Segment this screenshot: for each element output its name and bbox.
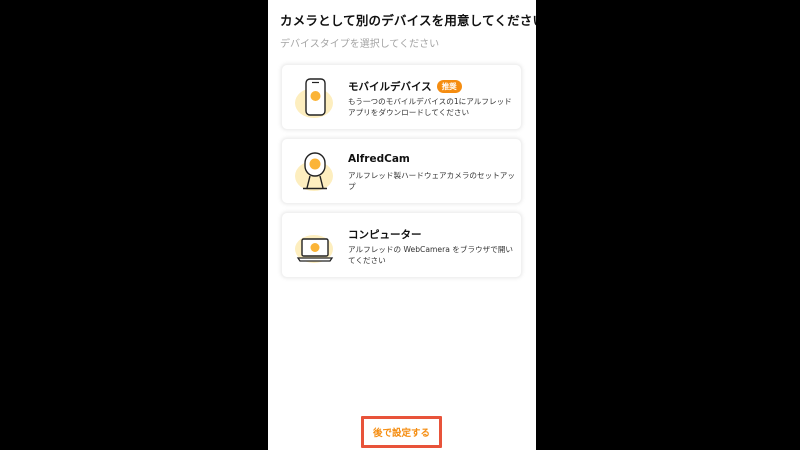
smartphone-icon [294, 74, 338, 122]
recommended-badge: 推奨 [436, 80, 462, 93]
page-subtitle: デバイスタイプを選択してください [280, 39, 440, 50]
option-card-computer[interactable]: コンピューター アルフレッドの WebCamera をブラウザで開いてください [281, 212, 522, 278]
option-name-alfredcam: AlfredCam [348, 153, 410, 165]
laptop-icon [294, 222, 338, 270]
option-description-computer: アルフレッドの WebCamera をブラウザで開いてください [348, 245, 514, 265]
set-up-later-button[interactable]: 後で設定する [373, 425, 430, 439]
option-name-mobile-device: モバイルデバイス 推奨 [348, 79, 462, 94]
app-screen: カメラとして別のデバイスを用意してください デバイスタイプを選択してください モ… [268, 0, 536, 450]
page-title: カメラとして別のデバイスを用意してください [280, 13, 536, 28]
option-card-alfredcam[interactable]: AlfredCam アルフレッド製ハードウェアカメラのセットアップ [281, 138, 522, 204]
alfredcam-icon [294, 148, 338, 196]
option-description-mobile-device: もう一つのモバイルデバイスの1にアルフレッドアプリをダウンロードしてください [348, 97, 512, 117]
option-card-mobile-device[interactable]: モバイルデバイス 推奨 もう一つのモバイルデバイスの1にアルフレッドアプリをダウ… [281, 64, 522, 130]
option-description-alfredcam: アルフレッド製ハードウェアカメラのセットアップ [348, 171, 515, 191]
set-up-later-highlight: 後で設定する [361, 416, 442, 448]
option-name-computer: コンピューター [348, 229, 422, 241]
